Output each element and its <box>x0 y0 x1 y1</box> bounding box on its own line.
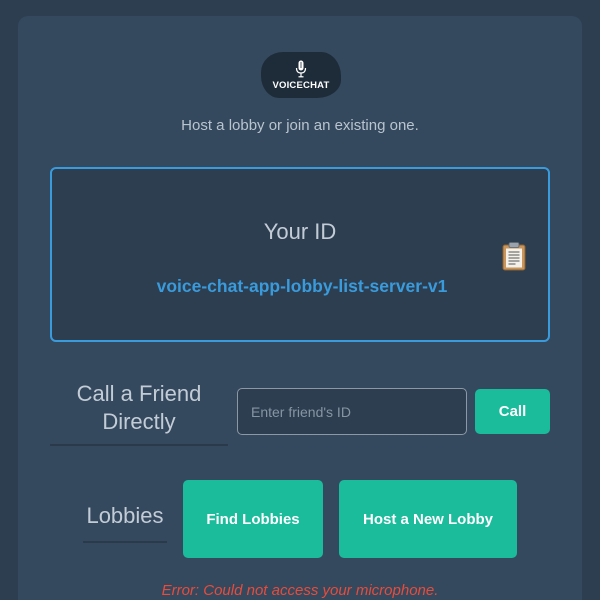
clipboard-icon[interactable] <box>501 241 527 271</box>
your-id-panel: Your ID voice-chat-app-lobby-list-server… <box>50 167 550 342</box>
call-friend-label: Call a Friend Directly <box>50 380 228 446</box>
error-message: Error: Could not access your microphone. <box>161 582 439 599</box>
host-lobby-button[interactable]: Host a New Lobby <box>339 480 517 558</box>
call-button[interactable]: Call <box>475 389 550 434</box>
tagline: Host a lobby or join an existing one. <box>181 117 419 134</box>
lobbies-label: Lobbies <box>83 503 167 543</box>
logo-text: VOICECHAT <box>272 79 330 91</box>
app-logo: VOICECHAT <box>261 52 341 98</box>
call-friend-label-line1: Call a Friend <box>76 381 202 406</box>
friend-id-input[interactable] <box>237 388 467 435</box>
find-lobbies-button[interactable]: Find Lobbies <box>183 480 323 558</box>
microphone-icon <box>295 60 307 77</box>
your-id-value: voice-chat-app-lobby-list-server-v1 <box>156 276 448 296</box>
call-friend-label-line2: Directly <box>102 409 176 434</box>
your-id-title: Your ID <box>263 219 337 244</box>
